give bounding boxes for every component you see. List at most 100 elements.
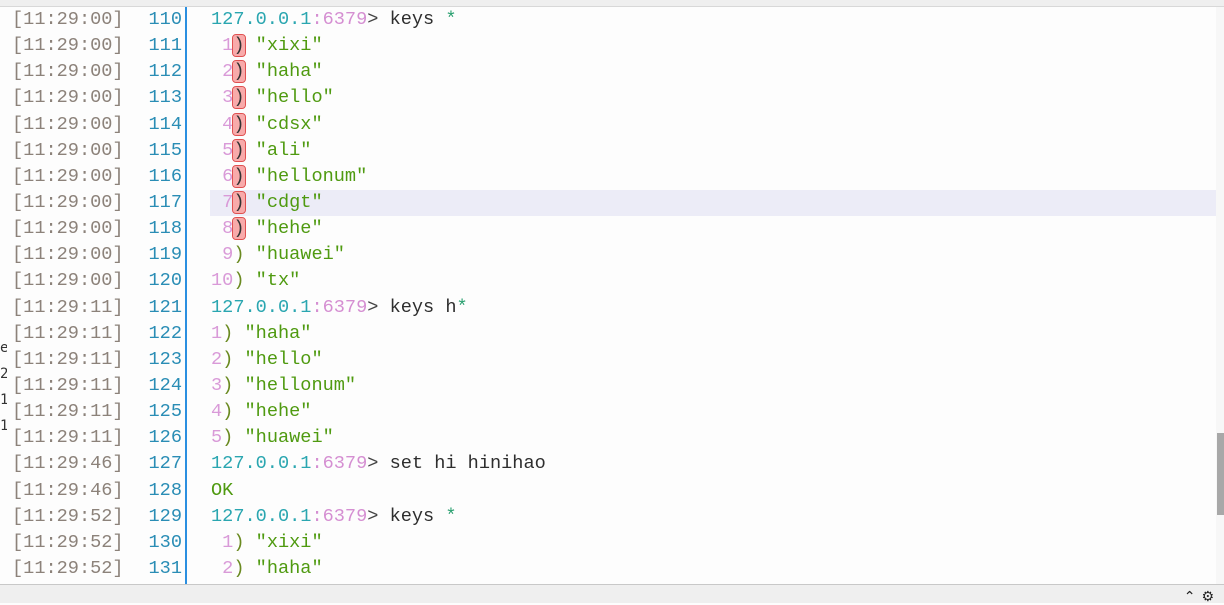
- token-port: :6379: [311, 505, 368, 527]
- token-port: :6379: [311, 9, 368, 30]
- gutter-row: [11:29:00] 115: [12, 138, 182, 164]
- terminal-line: OK: [211, 478, 1216, 504]
- token-str: "haha": [244, 557, 323, 579]
- token-str: "haha": [233, 322, 312, 344]
- gutter-row: [11:29:00] 114: [12, 112, 182, 138]
- left-panel-fragment: 2: [0, 366, 7, 382]
- token-num: 5: [211, 427, 223, 449]
- timestamp: [11:29:00]: [12, 9, 124, 30]
- status-bar: ⌃⚙: [0, 584, 1224, 605]
- token-num: 1: [211, 322, 223, 344]
- token-par: ): [233, 531, 245, 553]
- gutter-row: [11:29:52] 131: [12, 556, 182, 582]
- timestamp: [11:29:46]: [12, 479, 124, 501]
- terminal-line: 127.0.0.1:6379> keys *: [211, 7, 1216, 33]
- terminal-line: 1) "xixi": [211, 33, 1216, 59]
- line-number: 129: [148, 505, 182, 527]
- token-cmd: keys: [389, 505, 446, 527]
- token-ip: 127.0.0.1: [211, 453, 312, 475]
- line-number: 121: [148, 296, 182, 318]
- timestamp: [11:29:00]: [12, 270, 124, 292]
- vertical-scrollbar[interactable]: [1216, 7, 1224, 584]
- line-number: 119: [148, 244, 182, 266]
- token-mark: ): [232, 60, 246, 84]
- line-number: 122: [148, 322, 182, 344]
- line-number: 112: [148, 61, 182, 83]
- terminal-output[interactable]: 127.0.0.1:6379> keys * 1) "xixi" 2) "hah…: [210, 7, 1216, 582]
- terminal-line: 2) "haha": [211, 59, 1216, 85]
- line-number: 117: [148, 191, 182, 213]
- gutter-row: [11:29:11] 126: [12, 425, 182, 451]
- gutter-row: [11:29:11] 125: [12, 399, 182, 425]
- token-mark: ): [232, 217, 246, 241]
- token-str: "hello": [244, 87, 334, 109]
- scrollbar-thumb[interactable]: [1217, 433, 1224, 515]
- token-star: *: [445, 505, 457, 527]
- token-gt: >: [367, 505, 390, 527]
- token-gt: >: [367, 453, 390, 475]
- token-par: ): [222, 348, 234, 370]
- token-num: 3: [211, 87, 234, 109]
- gutter-row: [11:29:00] 118: [12, 216, 182, 242]
- token-str: "hello": [233, 348, 323, 370]
- token-par: ): [233, 244, 245, 266]
- gutter-row: [11:29:00] 117: [12, 190, 182, 216]
- top-bar: [0, 0, 1224, 7]
- token-gt: >: [367, 9, 390, 30]
- token-ip: 127.0.0.1: [211, 296, 312, 318]
- timestamp: [11:29:00]: [12, 139, 124, 161]
- token-par: ): [233, 270, 245, 292]
- timestamp: [11:29:11]: [12, 374, 124, 396]
- gutter-row: [11:29:00] 119: [12, 242, 182, 268]
- terminal-line: 2) "hello": [211, 347, 1216, 373]
- token-mark: ): [232, 112, 246, 136]
- gutter-row: [11:29:00] 110: [12, 7, 182, 33]
- timestamp: [11:29:00]: [12, 113, 124, 135]
- line-number: 118: [148, 218, 182, 240]
- gutter-row: [11:29:11] 122: [12, 321, 182, 347]
- terminal-line: 3) "hellonum": [211, 373, 1216, 399]
- line-number: 125: [148, 401, 182, 423]
- timestamp: [11:29:11]: [12, 296, 124, 318]
- token-cmd: set hi hinihao: [389, 453, 546, 475]
- token-mark: ): [232, 190, 246, 214]
- left-panel-edge: e 2 1 1: [0, 326, 7, 446]
- terminal-line: 5) "huawei": [211, 425, 1216, 451]
- terminal-line: 10) "tx": [211, 268, 1216, 294]
- token-str: "xixi": [244, 35, 323, 57]
- terminal-line: 6) "hellonum": [211, 164, 1216, 190]
- token-port: :6379: [311, 296, 368, 318]
- terminal-line: 3) "hello": [211, 85, 1216, 111]
- token-num: 9: [211, 244, 234, 266]
- gear-icon[interactable]: ⚙: [1201, 589, 1220, 605]
- timestamp: [11:29:52]: [12, 557, 124, 579]
- line-number: 120: [148, 270, 182, 292]
- terminal-line: 7) "cdgt": [210, 189, 1216, 217]
- token-mark: ): [232, 34, 246, 58]
- timestamp: [11:29:46]: [12, 453, 124, 475]
- token-ip: 127.0.0.1: [211, 505, 312, 527]
- up-arrow-icon[interactable]: ⌃: [1184, 589, 1202, 605]
- gutter-row: [11:29:11] 121: [12, 295, 182, 321]
- token-mark: ): [232, 164, 246, 188]
- timestamp: [11:29:11]: [12, 322, 124, 344]
- token-str: "xixi": [244, 531, 323, 553]
- timestamp: [11:29:11]: [12, 427, 124, 449]
- gutter-row: [11:29:11] 124: [12, 373, 182, 399]
- line-number: 114: [148, 113, 182, 135]
- token-str: "cdgt": [244, 191, 323, 213]
- gutter-divider: [185, 7, 187, 584]
- token-par: ): [222, 427, 234, 449]
- token-str: "haha": [244, 61, 323, 83]
- token-num: 2: [211, 557, 234, 579]
- gutter-row: [11:29:00] 111: [12, 33, 182, 59]
- gutter-row: [11:29:52] 130: [12, 530, 182, 556]
- line-number: 113: [148, 87, 182, 109]
- line-number: 124: [148, 374, 182, 396]
- token-num: 6: [211, 165, 234, 187]
- timestamp: [11:29:00]: [12, 244, 124, 266]
- token-str: "hehe": [244, 218, 323, 240]
- token-str: "ali": [244, 139, 312, 161]
- terminal-line: 1) "xixi": [211, 530, 1216, 556]
- terminal-line: 9) "huawei": [211, 242, 1216, 268]
